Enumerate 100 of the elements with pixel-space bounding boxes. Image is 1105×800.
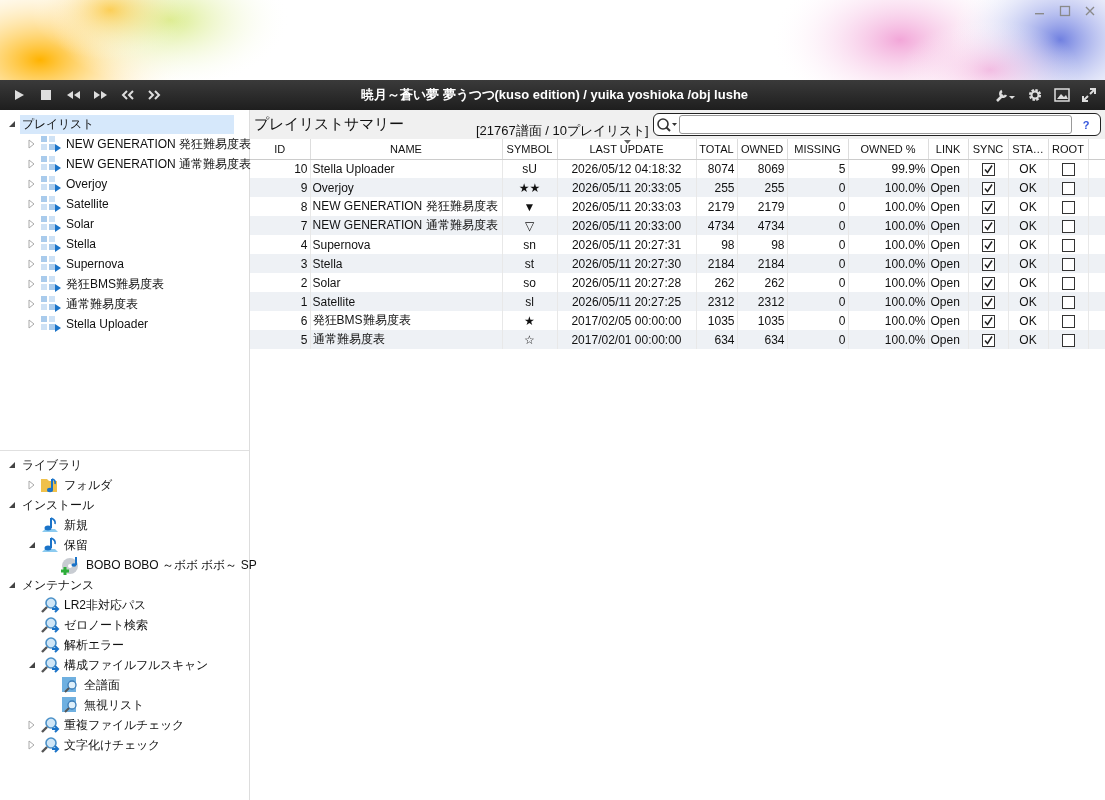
column-header[interactable]: ID	[250, 139, 310, 159]
checked-checkbox[interactable]	[981, 314, 995, 328]
link[interactable]: Open	[928, 216, 968, 235]
column-header[interactable]: MISSING	[787, 139, 848, 159]
fast-forward-icon[interactable]	[93, 88, 108, 102]
tree-item[interactable]: 新規	[62, 515, 90, 535]
tree-item[interactable]: BOBO BOBO ～ボボ ボボ～ SP	[84, 555, 259, 575]
tree-item[interactable]: Stella Uploader	[64, 316, 151, 332]
tree-item[interactable]: 無視リスト	[82, 695, 146, 715]
tree-item[interactable]: LR2非対応パス	[62, 595, 148, 615]
checked-checkbox[interactable]	[981, 295, 995, 309]
checkbox[interactable]	[1061, 257, 1075, 271]
tree-item[interactable]: 全譜面	[82, 675, 122, 695]
checkbox[interactable]	[1061, 181, 1075, 195]
table-cell: 7	[250, 216, 310, 235]
checkbox[interactable]	[1061, 295, 1075, 309]
checkbox[interactable]	[1061, 333, 1075, 347]
tree-item[interactable]: 保留	[62, 535, 90, 555]
table-cell: 2026/05/11 20:33:05	[557, 178, 696, 197]
playlist-icon	[40, 235, 62, 253]
magnifier-icon	[40, 656, 60, 674]
checkbox[interactable]	[1061, 314, 1075, 328]
playlist-icon	[40, 275, 62, 293]
table-cell: 2312	[696, 292, 737, 311]
column-header[interactable]: STA…	[1008, 139, 1048, 159]
checkbox[interactable]	[1061, 276, 1075, 290]
checkbox[interactable]	[1061, 238, 1075, 252]
checkbox[interactable]	[1061, 200, 1075, 214]
table-cell: 0	[787, 178, 848, 197]
checked-checkbox[interactable]	[981, 238, 995, 252]
table-cell: 0	[787, 330, 848, 349]
tree-item[interactable]: Overjoy	[64, 176, 110, 192]
music-note-icon	[40, 536, 60, 554]
magnifier-icon	[40, 736, 60, 754]
column-header[interactable]: LAST UPDATE	[557, 139, 696, 159]
fullscreen-icon[interactable]	[1081, 87, 1097, 103]
table-cell: st	[502, 254, 557, 273]
close-icon[interactable]	[1083, 4, 1097, 18]
checked-checkbox[interactable]	[981, 257, 995, 271]
tree-item[interactable]: 通常難易度表	[64, 294, 140, 314]
tree-item[interactable]: Supernova	[64, 256, 127, 272]
link[interactable]: Open	[928, 178, 968, 197]
table-cell: 2312	[737, 292, 787, 311]
help-link[interactable]: ?	[1072, 118, 1100, 131]
tree-item[interactable]: プレイリスト	[20, 114, 234, 134]
image-icon[interactable]	[1054, 87, 1070, 103]
previous-icon[interactable]	[120, 88, 135, 102]
column-header[interactable]: SYNC	[968, 139, 1008, 159]
tree-item[interactable]: ライブラリ	[20, 455, 84, 475]
column-header[interactable]: LINK	[928, 139, 968, 159]
tree-item[interactable]: 解析エラー	[62, 635, 126, 655]
tree-item[interactable]: フォルダ	[62, 475, 114, 495]
tree-item[interactable]: 発狂BMS難易度表	[64, 274, 166, 294]
table-cell: 100.0%	[848, 330, 928, 349]
stop-icon[interactable]	[39, 88, 54, 102]
playlist-icon	[40, 155, 62, 173]
table-cell: OK	[1008, 178, 1048, 197]
checked-checkbox[interactable]	[981, 276, 995, 290]
checked-checkbox[interactable]	[981, 200, 995, 214]
column-header[interactable]: OWNED %	[848, 139, 928, 159]
tree-item[interactable]: Solar	[64, 216, 96, 232]
wrench-icon[interactable]	[994, 87, 1016, 103]
link[interactable]: Open	[928, 292, 968, 311]
tree-item[interactable]: Satellite	[64, 196, 111, 212]
link[interactable]: Open	[928, 254, 968, 273]
checkbox[interactable]	[1061, 162, 1075, 176]
column-header[interactable]: TOTAL	[696, 139, 737, 159]
document-search-icon	[60, 696, 80, 714]
tree-item[interactable]: 重複ファイルチェック	[62, 715, 186, 735]
search-icon[interactable]	[655, 116, 678, 133]
playlist-count: [21767譜面 / 10プレイリスト]	[476, 121, 649, 140]
tree-item[interactable]: 構成ファイルフルスキャン	[62, 655, 210, 675]
settings-icon[interactable]	[1027, 87, 1043, 103]
link[interactable]: Open	[928, 330, 968, 349]
tree-item[interactable]: メンテナンス	[20, 575, 96, 595]
next-icon[interactable]	[147, 88, 162, 102]
checkbox[interactable]	[1061, 219, 1075, 233]
column-header[interactable]: NAME	[310, 139, 502, 159]
search-field[interactable]: ?	[652, 113, 1101, 136]
checked-checkbox[interactable]	[981, 219, 995, 233]
table-cell: 2026/05/11 20:27:25	[557, 292, 696, 311]
table-cell: 634	[737, 330, 787, 349]
checked-checkbox[interactable]	[981, 181, 995, 195]
magnifier-icon	[40, 616, 60, 634]
table-cell: OK	[1008, 292, 1048, 311]
column-header[interactable]: SYMBOL	[502, 139, 557, 159]
column-header[interactable]: OWNED	[737, 139, 787, 159]
tree-item[interactable]: インストール	[20, 495, 96, 515]
rewind-icon[interactable]	[66, 88, 81, 102]
checked-checkbox[interactable]	[981, 333, 995, 347]
table-cell: 2184	[737, 254, 787, 273]
tree-item[interactable]: Stella	[64, 236, 99, 252]
column-header[interactable]: ROOT	[1048, 139, 1088, 159]
document-search-icon	[60, 676, 80, 694]
table-cell: 0	[787, 216, 848, 235]
checked-checkbox[interactable]	[981, 162, 995, 176]
tree-item[interactable]: 文字化けチェック	[62, 735, 162, 755]
summary-title: プレイリストサマリー	[254, 115, 405, 134]
tree-item[interactable]: ゼロノート検索	[62, 615, 150, 635]
table-cell: 9	[250, 178, 310, 197]
